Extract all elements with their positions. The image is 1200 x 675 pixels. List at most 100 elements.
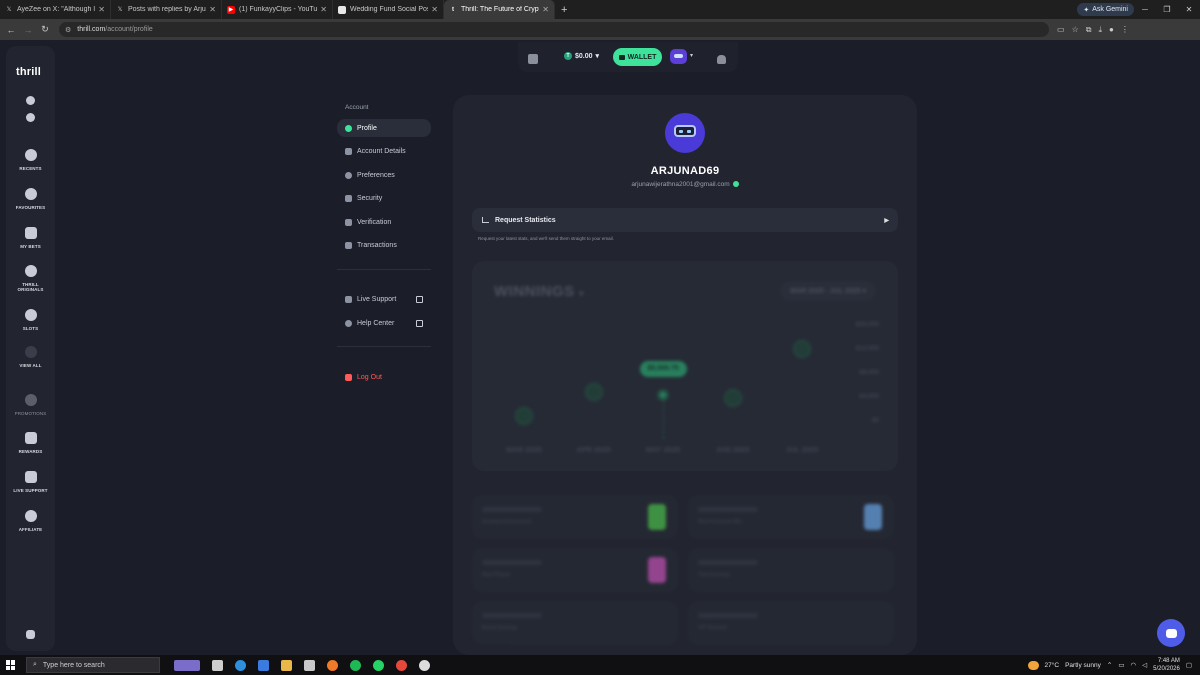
close-tab-icon[interactable]: ✕ [209,5,216,14]
sidebar-item-favourites[interactable]: FAVOURITES [6,188,55,210]
close-tab-icon[interactable]: ✕ [431,5,438,14]
bell-icon[interactable] [717,55,726,64]
restore-button[interactable]: ❐ [1156,0,1178,19]
sidebar-item-live-support[interactable]: LIVE SUPPORT [6,471,55,493]
site-info-icon[interactable]: ⚙ [65,26,71,34]
browser-tab-active[interactable]: tThrill: The Future of Crypto Cas✕ [444,0,555,19]
casino-toggle-icon[interactable] [6,96,55,105]
sidebar-item-rewards[interactable]: REWARDS [6,432,55,454]
ask-gemini-button[interactable]: ✦ Ask Gemini [1077,3,1134,16]
data-point[interactable] [584,383,603,402]
wallet-button[interactable]: WALLET [613,48,662,66]
doc-icon [338,5,346,14]
request-statistics-button[interactable]: Request Statistics ▶ [472,208,898,232]
taskbar-search[interactable]: ⌕ Type here to search [26,657,160,673]
clock[interactable]: 7:48 AM 5/20/2026 [1153,657,1180,673]
profile-email-row: arjunawijerathna2001@gmail.com [453,181,917,188]
menu-item-live-support[interactable]: Live Support [337,290,431,308]
menu-item-verification[interactable]: Verification [337,213,431,231]
data-point[interactable] [793,340,811,358]
edge-icon[interactable] [235,659,246,671]
stat-tile: Most Fortunate Win [688,495,894,539]
cast-icon[interactable]: ▭ [1057,25,1065,35]
menu-item-account-details[interactable]: Account Details [337,142,431,160]
y-tick-label: $12,000 [855,345,880,352]
firefox-icon[interactable] [327,659,338,671]
network-icon[interactable]: ▭ [1118,661,1124,669]
app-icon[interactable] [304,659,315,671]
live-chat-button[interactable] [1157,619,1185,647]
copilot-icon[interactable] [258,659,269,671]
thrill-logo[interactable]: thrill [16,66,41,78]
data-point[interactable] [723,388,742,407]
menu-item-help-center[interactable]: Help Center [337,314,431,332]
wallet-icon [618,54,625,60]
chevron-down-icon[interactable]: ▾ [690,52,693,59]
close-tab-icon[interactable]: ✕ [98,5,105,14]
sidebar-item-affiliate[interactable]: AFFILIATE [6,510,55,532]
back-button[interactable]: ← [5,25,17,35]
settings-gear-icon[interactable] [419,659,430,671]
wifi-icon[interactable]: ◠ [1130,661,1136,669]
minimize-button[interactable]: ─ [1134,0,1156,19]
promo-icon [24,394,37,406]
reload-button[interactable]: ↻ [39,24,51,35]
placeholder-bar [482,507,542,512]
data-point[interactable] [515,407,533,426]
file-explorer-icon[interactable] [281,659,292,671]
sports-toggle-icon[interactable] [6,113,55,122]
gift-icon[interactable] [528,54,538,64]
menu-item-security[interactable]: Security [337,189,431,207]
user-avatar[interactable] [670,49,687,64]
new-tab-button[interactable]: + [561,4,567,16]
balance-selector[interactable]: T $0.00 ▾ [564,52,599,60]
sidebar-item-recents[interactable]: RECENTS [6,149,55,171]
extensions-icon[interactable]: ⧉ [1086,25,1092,35]
bookmark-star-icon[interactable]: ☆ [1072,25,1079,35]
spotify-icon[interactable] [350,659,361,671]
download-icon[interactable]: ⤓ [1098,25,1102,35]
close-tab-icon[interactable]: ✕ [320,5,327,14]
sidebar-item-slots[interactable]: SLOTS [6,309,55,331]
date-range-selector[interactable]: MAR 2025 - JUL 2025 ▾ [780,281,876,301]
notification-icon[interactable]: ▢ [1186,661,1192,669]
verified-check-icon [732,181,739,187]
sidebar-item-view-all[interactable]: VIEW ALL [6,346,55,368]
task-view-icon[interactable] [212,659,223,671]
browser-tab[interactable]: 𝕏Posts with replies by Arjuna D✕ [111,0,222,19]
logout-button[interactable]: Log Out [337,368,431,386]
chevron-up-icon[interactable]: ⌃ [1107,661,1112,669]
x-tick-label: JUN 2025 [715,445,750,454]
volume-icon[interactable]: ◁ [1142,661,1147,669]
menu-item-preferences[interactable]: Preferences [337,166,431,184]
top-bar: T $0.00 ▾ WALLET ▾ [518,42,738,72]
stat-tile: Most Played [472,548,678,592]
browser-tab[interactable]: 𝕏AyeZee on X: "Although I've m✕ [0,0,111,19]
menu-item-profile[interactable]: Profile [337,119,431,137]
profile-avatar[interactable] [665,113,705,153]
browser-tab[interactable]: ▶ (1) FunkayyClips - YouTube ✕ [222,0,333,19]
profile-icon[interactable]: ● [1109,25,1114,35]
stat-tile: Total Earnings [688,548,894,592]
sidebar-item-thrill-originals[interactable]: THRILL ORIGINALS [6,265,55,292]
weather-icon[interactable] [1027,660,1039,670]
sidebar-item-my-bets[interactable]: MY BETS [6,227,55,249]
whatsapp-icon[interactable] [373,659,384,671]
data-point[interactable] [657,388,669,401]
account-menu-heading: Account [345,104,369,111]
close-tab-icon[interactable]: ✕ [542,5,549,14]
browser-tab[interactable]: Wedding Fund Social Post ✕ [333,0,444,19]
winnings-title[interactable]: WINNINGS ▾ [494,283,584,300]
url-field[interactable]: ⚙ thrill.com/account/profile [59,22,1049,37]
close-window-button[interactable]: ✕ [1178,0,1200,19]
windows-start-button[interactable] [6,660,16,670]
forward-button[interactable]: → [22,25,34,35]
menu-icon[interactable]: ⋮ [1121,25,1129,35]
highlight-guide-line [663,394,664,439]
menu-item-transactions[interactable]: Transactions [337,236,431,254]
collapse-sidebar-button[interactable] [6,630,55,639]
stat-tile: Greatest Achievement [472,495,678,539]
sidebar-item-promotions[interactable]: PROMOTIONS [6,394,55,416]
heart-icon [24,188,37,200]
chrome-icon[interactable] [396,659,407,671]
